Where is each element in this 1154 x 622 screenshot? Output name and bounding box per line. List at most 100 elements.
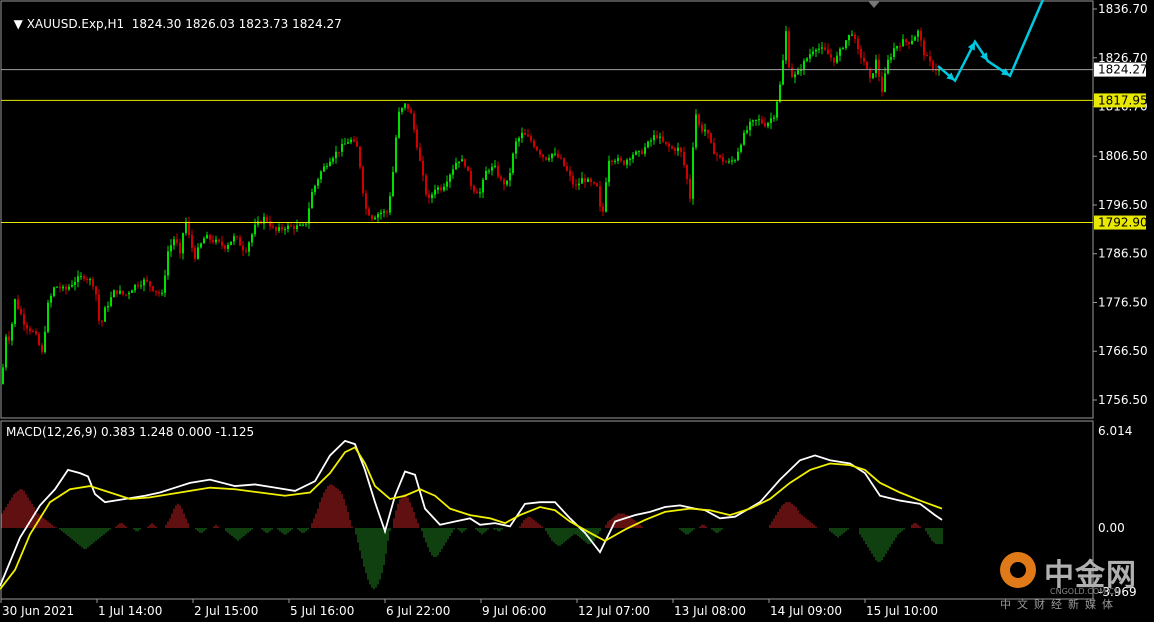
candle-body bbox=[539, 150, 541, 155]
candle-body bbox=[296, 225, 298, 230]
candle-body bbox=[14, 299, 16, 324]
candle-body bbox=[677, 147, 679, 152]
candle-body bbox=[272, 226, 274, 228]
time-tick-label: 9 Jul 06:00 bbox=[482, 604, 546, 618]
candle-body bbox=[911, 40, 913, 44]
time-tick-label: 1 Jul 14:00 bbox=[98, 604, 162, 618]
candle-body bbox=[170, 245, 172, 252]
candle-body bbox=[797, 70, 799, 75]
candle-body bbox=[119, 290, 121, 294]
level-label: 1817.95 bbox=[1098, 93, 1148, 107]
candle-body bbox=[854, 34, 856, 39]
candle-body bbox=[623, 160, 625, 165]
candle-body bbox=[779, 84, 781, 102]
candle-body bbox=[212, 239, 214, 243]
candle-body bbox=[722, 157, 724, 162]
candle-body bbox=[476, 191, 478, 194]
candle-body bbox=[332, 158, 334, 162]
candle-body bbox=[866, 61, 868, 69]
candle-body bbox=[197, 247, 199, 259]
candle-body bbox=[497, 165, 499, 177]
candle-body bbox=[578, 183, 580, 186]
candle-body bbox=[23, 314, 25, 325]
candle-body bbox=[401, 107, 403, 112]
candle-body bbox=[245, 250, 247, 252]
candle-body bbox=[32, 331, 34, 333]
candle-body bbox=[812, 51, 814, 55]
level-label: 1792.90 bbox=[1098, 216, 1148, 230]
candle-body bbox=[719, 155, 721, 158]
candle-body bbox=[665, 141, 667, 144]
candle-body bbox=[11, 323, 13, 341]
candle-body bbox=[284, 229, 286, 231]
candle-body bbox=[749, 121, 751, 131]
candle-body bbox=[653, 135, 655, 141]
candle-body bbox=[383, 211, 385, 213]
candle-body bbox=[869, 68, 871, 79]
candle-body bbox=[824, 47, 826, 50]
candle-body bbox=[689, 179, 691, 199]
candle-body bbox=[806, 58, 808, 61]
candle-body bbox=[593, 182, 595, 184]
candle-body bbox=[491, 166, 493, 171]
price-tick-label: 1806.50 bbox=[1098, 149, 1148, 163]
candle-body bbox=[44, 331, 46, 353]
candle-body bbox=[206, 234, 208, 239]
candle-body bbox=[203, 238, 205, 244]
candle-body bbox=[410, 109, 412, 114]
candle-body bbox=[68, 286, 70, 290]
candle-body bbox=[278, 227, 280, 231]
collapse-triangle-icon[interactable]: ▼ bbox=[14, 17, 23, 31]
candle-body bbox=[782, 60, 784, 85]
candle-body bbox=[893, 48, 895, 57]
chart-canvas: 1836.701826.701816.701806.501796.501786.… bbox=[0, 0, 1148, 618]
candle-body bbox=[359, 146, 361, 168]
forecast-arrows bbox=[937, 0, 1045, 83]
watermark-subtitle: 中文财经新媒体 bbox=[1000, 598, 1119, 611]
candle-body bbox=[323, 166, 325, 172]
price-tick-label: 1836.70 bbox=[1098, 2, 1148, 16]
candle-body bbox=[35, 331, 37, 335]
candle-body bbox=[338, 151, 340, 153]
watermark-url: CNGOLD.COM.CN bbox=[1050, 587, 1121, 596]
candle-body bbox=[698, 114, 700, 125]
candle-body bbox=[590, 178, 592, 183]
candle-body bbox=[329, 161, 331, 166]
candle-body bbox=[668, 143, 670, 147]
candle-body bbox=[365, 193, 367, 209]
candle-body bbox=[584, 178, 586, 182]
candle-body bbox=[413, 113, 415, 130]
candle-body bbox=[716, 154, 718, 156]
candle-body bbox=[95, 286, 97, 295]
ohlc-values: 1824.30 1826.03 1823.73 1824.27 bbox=[131, 17, 342, 31]
candle-body bbox=[407, 103, 409, 110]
candle-body bbox=[131, 290, 133, 293]
candle-body bbox=[389, 196, 391, 213]
price-tick-label: 1796.50 bbox=[1098, 198, 1148, 212]
candle-body bbox=[239, 237, 241, 246]
candle-body bbox=[137, 284, 139, 287]
candle-body bbox=[218, 239, 220, 242]
candle-body bbox=[449, 174, 451, 182]
candle-body bbox=[53, 287, 55, 296]
candle-body bbox=[167, 251, 169, 276]
candle-body bbox=[287, 225, 289, 230]
candle-body bbox=[2, 367, 4, 384]
candle-body bbox=[701, 124, 703, 132]
time-tick-label: 2 Jul 15:00 bbox=[194, 604, 258, 618]
candle-body bbox=[236, 236, 238, 238]
macd-histogram bbox=[1, 484, 943, 590]
candle-body bbox=[764, 122, 766, 127]
candle-body bbox=[581, 178, 583, 184]
candle-body bbox=[731, 160, 733, 162]
candle-body bbox=[473, 186, 475, 192]
candle-body bbox=[509, 172, 511, 181]
candle-body bbox=[770, 118, 772, 123]
candle-body bbox=[851, 34, 853, 36]
candle-body bbox=[242, 245, 244, 251]
candle-body bbox=[377, 214, 379, 218]
candle-body bbox=[299, 224, 301, 226]
candle-body bbox=[818, 48, 820, 50]
candle-body bbox=[845, 40, 847, 49]
candle-body bbox=[437, 187, 439, 190]
